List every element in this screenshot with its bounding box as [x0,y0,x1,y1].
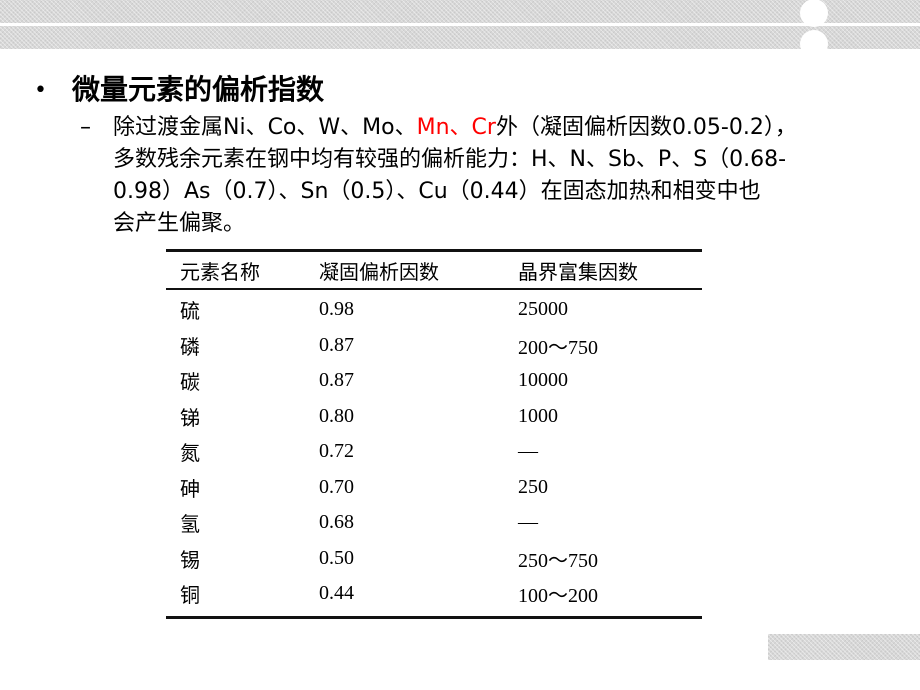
dash-icon: – [80,115,91,140]
header-decoration-band-bottom [0,26,920,49]
bullet-icon: • [34,78,47,103]
cell-grain-boundary-factor: 250～750 [518,549,598,572]
header-decoration-band-top [0,0,920,23]
slide-title: 微量元素的偏析指数 [72,73,325,106]
cell-element-name: 砷 [180,478,200,501]
table-row: 硫 0.98 25000 [166,292,702,328]
cell-solidification-factor: 0.72 [319,440,354,463]
cell-solidification-factor: 0.68 [319,511,354,534]
cell-element-name: 硫 [180,301,200,324]
table-body: 硫 0.98 25000 磷 0.87 200～750 碳 0.87 10000 锑 0.80 100… [166,290,702,616]
cell-element-name: 氮 [180,443,200,466]
table-row: 碳 0.87 10000 [166,363,702,399]
body-line-1: 除过渡金属Ni、Co、W、Mo、Mn、Cr外（凝固偏析因数0.05-0.2）， [113,112,903,144]
cell-element-name: 铜 [180,585,200,608]
cell-grain-boundary-factor: 200～750 [518,336,598,359]
body-line-2: 多数残余元素在钢中均有较强的偏析能力：H、N、Sb、P、S（0.68- [113,147,787,172]
body-line-3: 0.98）As（0.7）、Sn（0.5）、Cu（0.44）在固态加热和相变中也 [113,179,761,204]
body-line-4: 会产生偏聚。 [113,211,246,236]
cell-solidification-factor: 0.50 [319,546,354,569]
cell-element-name: 氢 [180,514,200,537]
cell-grain-boundary-factor: 10000 [518,369,568,392]
cell-element-name: 磷 [180,336,200,359]
footer-decoration-band [768,634,920,660]
table-row: 氢 0.68 — [166,505,702,541]
cell-solidification-factor: 0.87 [319,369,354,392]
body-text-segment: 外（凝固偏析因数0.05-0.2）， [495,115,797,140]
cell-grain-boundary-factor: — [518,440,538,463]
cell-element-name: 锡 [180,549,200,572]
header-element-name: 元素名称 [180,261,260,284]
table-row: 磷 0.87 200～750 [166,328,702,364]
cell-element-name: 碳 [180,372,200,395]
header-grain-boundary-factor: 晶界富集因数 [518,261,638,284]
table-header-row: 元素名称 凝固偏析因数 晶界富集因数 [166,252,702,288]
cell-element-name: 锑 [180,407,200,430]
table-bottom-rule [166,615,702,619]
cell-solidification-factor: 0.70 [319,475,354,498]
cell-solidification-factor: 0.98 [319,298,354,321]
body-text-segment: 除过渡金属Ni、Co、W、Mo、 [113,115,417,140]
header-decoration-circle [800,0,828,27]
header-solidification-factor: 凝固偏析因数 [319,261,439,284]
cell-solidification-factor: 0.87 [319,333,354,356]
body-paragraph: 除过渡金属Ni、Co、W、Mo、Mn、Cr外（凝固偏析因数0.05-0.2）， … [113,112,903,240]
cell-grain-boundary-factor: 100～200 [518,585,598,608]
table-row: 氮 0.72 — [166,434,702,470]
table-row: 砷 0.70 250 [166,470,702,506]
highlighted-elements: Mn、Cr [416,115,496,140]
segregation-table: 元素名称 凝固偏析因数 晶界富集因数 硫 0.98 25000 磷 0.87 200～75… [166,249,702,619]
cell-grain-boundary-factor: 1000 [518,404,558,427]
cell-grain-boundary-factor: 250 [518,475,548,498]
table-row: 锡 0.50 250～750 [166,541,702,577]
cell-solidification-factor: 0.44 [319,582,354,605]
table-row: 锑 0.80 1000 [166,399,702,435]
cell-grain-boundary-factor: — [518,511,538,534]
cell-grain-boundary-factor: 25000 [518,298,568,321]
table-row: 铜 0.44 100～200 [166,576,702,612]
cell-solidification-factor: 0.80 [319,404,354,427]
header-decoration-circle [800,30,828,58]
